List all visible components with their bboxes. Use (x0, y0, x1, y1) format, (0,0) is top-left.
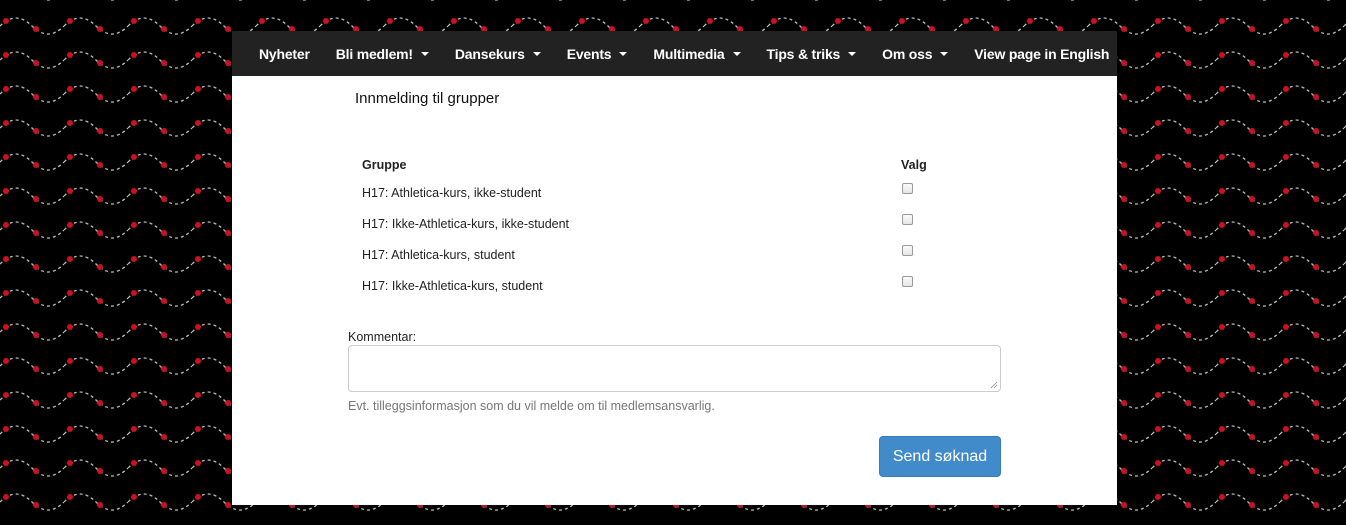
nav-item-label: Bli medlem! (335, 45, 413, 62)
group-checkbox[interactable] (902, 182, 913, 194)
group-checkbox[interactable] (902, 213, 913, 225)
caret-down-icon (732, 51, 741, 56)
caret-down-icon (619, 51, 628, 56)
nav-item-label: Tips & triks (766, 45, 841, 62)
nav-item-om-oss[interactable]: Om oss (869, 46, 961, 62)
choice-cell (895, 270, 967, 301)
nav-item-dansekurs[interactable]: Dansekurs (442, 46, 554, 62)
table-header-row: Gruppe Valg (356, 153, 967, 177)
caret-down-icon (420, 51, 429, 56)
table-row: H17: Athletica-kurs, student (356, 239, 967, 270)
choice-cell (895, 177, 967, 208)
caret-down-icon (532, 51, 541, 56)
submit-button-label: Send søknad (892, 447, 988, 465)
group-name: H17: Ikke-Athletica-kurs, student (362, 278, 543, 293)
nav-item-label: Dansekurs (454, 45, 525, 62)
nav-item-label: Multimedia (653, 45, 725, 62)
nav-item-label: Events (566, 45, 612, 62)
caret-down-icon (940, 51, 949, 56)
submit-button[interactable]: Send søknad (879, 436, 1001, 477)
table-row: H17: Ikke-Athletica-kurs, student (356, 270, 967, 301)
nav-item-label: View page in English (974, 45, 1110, 62)
group-checkbox[interactable] (902, 244, 913, 256)
choice-cell (895, 239, 967, 270)
choice-cell (895, 208, 967, 239)
column-header-valg: Valg (901, 158, 927, 172)
comment-textarea[interactable] (348, 345, 1001, 392)
content-panel: Nyheter Bli medlem! Dansekurs Events Mul… (232, 31, 1117, 505)
table-row: H17: Athletica-kurs, ikke-student (356, 177, 967, 208)
nav-item-events[interactable]: Events (554, 46, 641, 62)
nav-item-bli-medlem[interactable]: Bli medlem! (323, 46, 442, 62)
comment-help-text: Evt. tilleggsinformasjon som du vil meld… (348, 399, 715, 413)
caret-down-icon (848, 51, 857, 56)
nav-item-english[interactable]: View page in English (961, 46, 1122, 62)
main-navbar: Nyheter Bli medlem! Dansekurs Events Mul… (232, 31, 1117, 76)
nav-item-label: Om oss (882, 45, 933, 62)
column-header-gruppe: Gruppe (362, 158, 407, 172)
page-heading: Innmelding til grupper (355, 90, 500, 107)
nav-item-nyheter[interactable]: Nyheter (246, 46, 323, 62)
group-name: H17: Athletica-kurs, student (362, 247, 515, 262)
table-row: H17: Ikke-Athletica-kurs, ikke-student (356, 208, 967, 239)
nav-item-tips-triks[interactable]: Tips & triks (754, 46, 870, 62)
nav-item-label: Nyheter (259, 45, 310, 62)
nav-item-multimedia[interactable]: Multimedia (640, 46, 753, 62)
groups-table: Gruppe Valg H17: Athletica-kurs, ikke-st… (356, 153, 967, 301)
group-name: H17: Athletica-kurs, ikke-student (362, 185, 542, 200)
group-checkbox[interactable] (902, 275, 913, 287)
resize-grip-icon[interactable] (990, 381, 998, 389)
group-name: H17: Ikke-Athletica-kurs, ikke-student (362, 216, 570, 231)
comment-label: Kommentar: (348, 330, 417, 344)
